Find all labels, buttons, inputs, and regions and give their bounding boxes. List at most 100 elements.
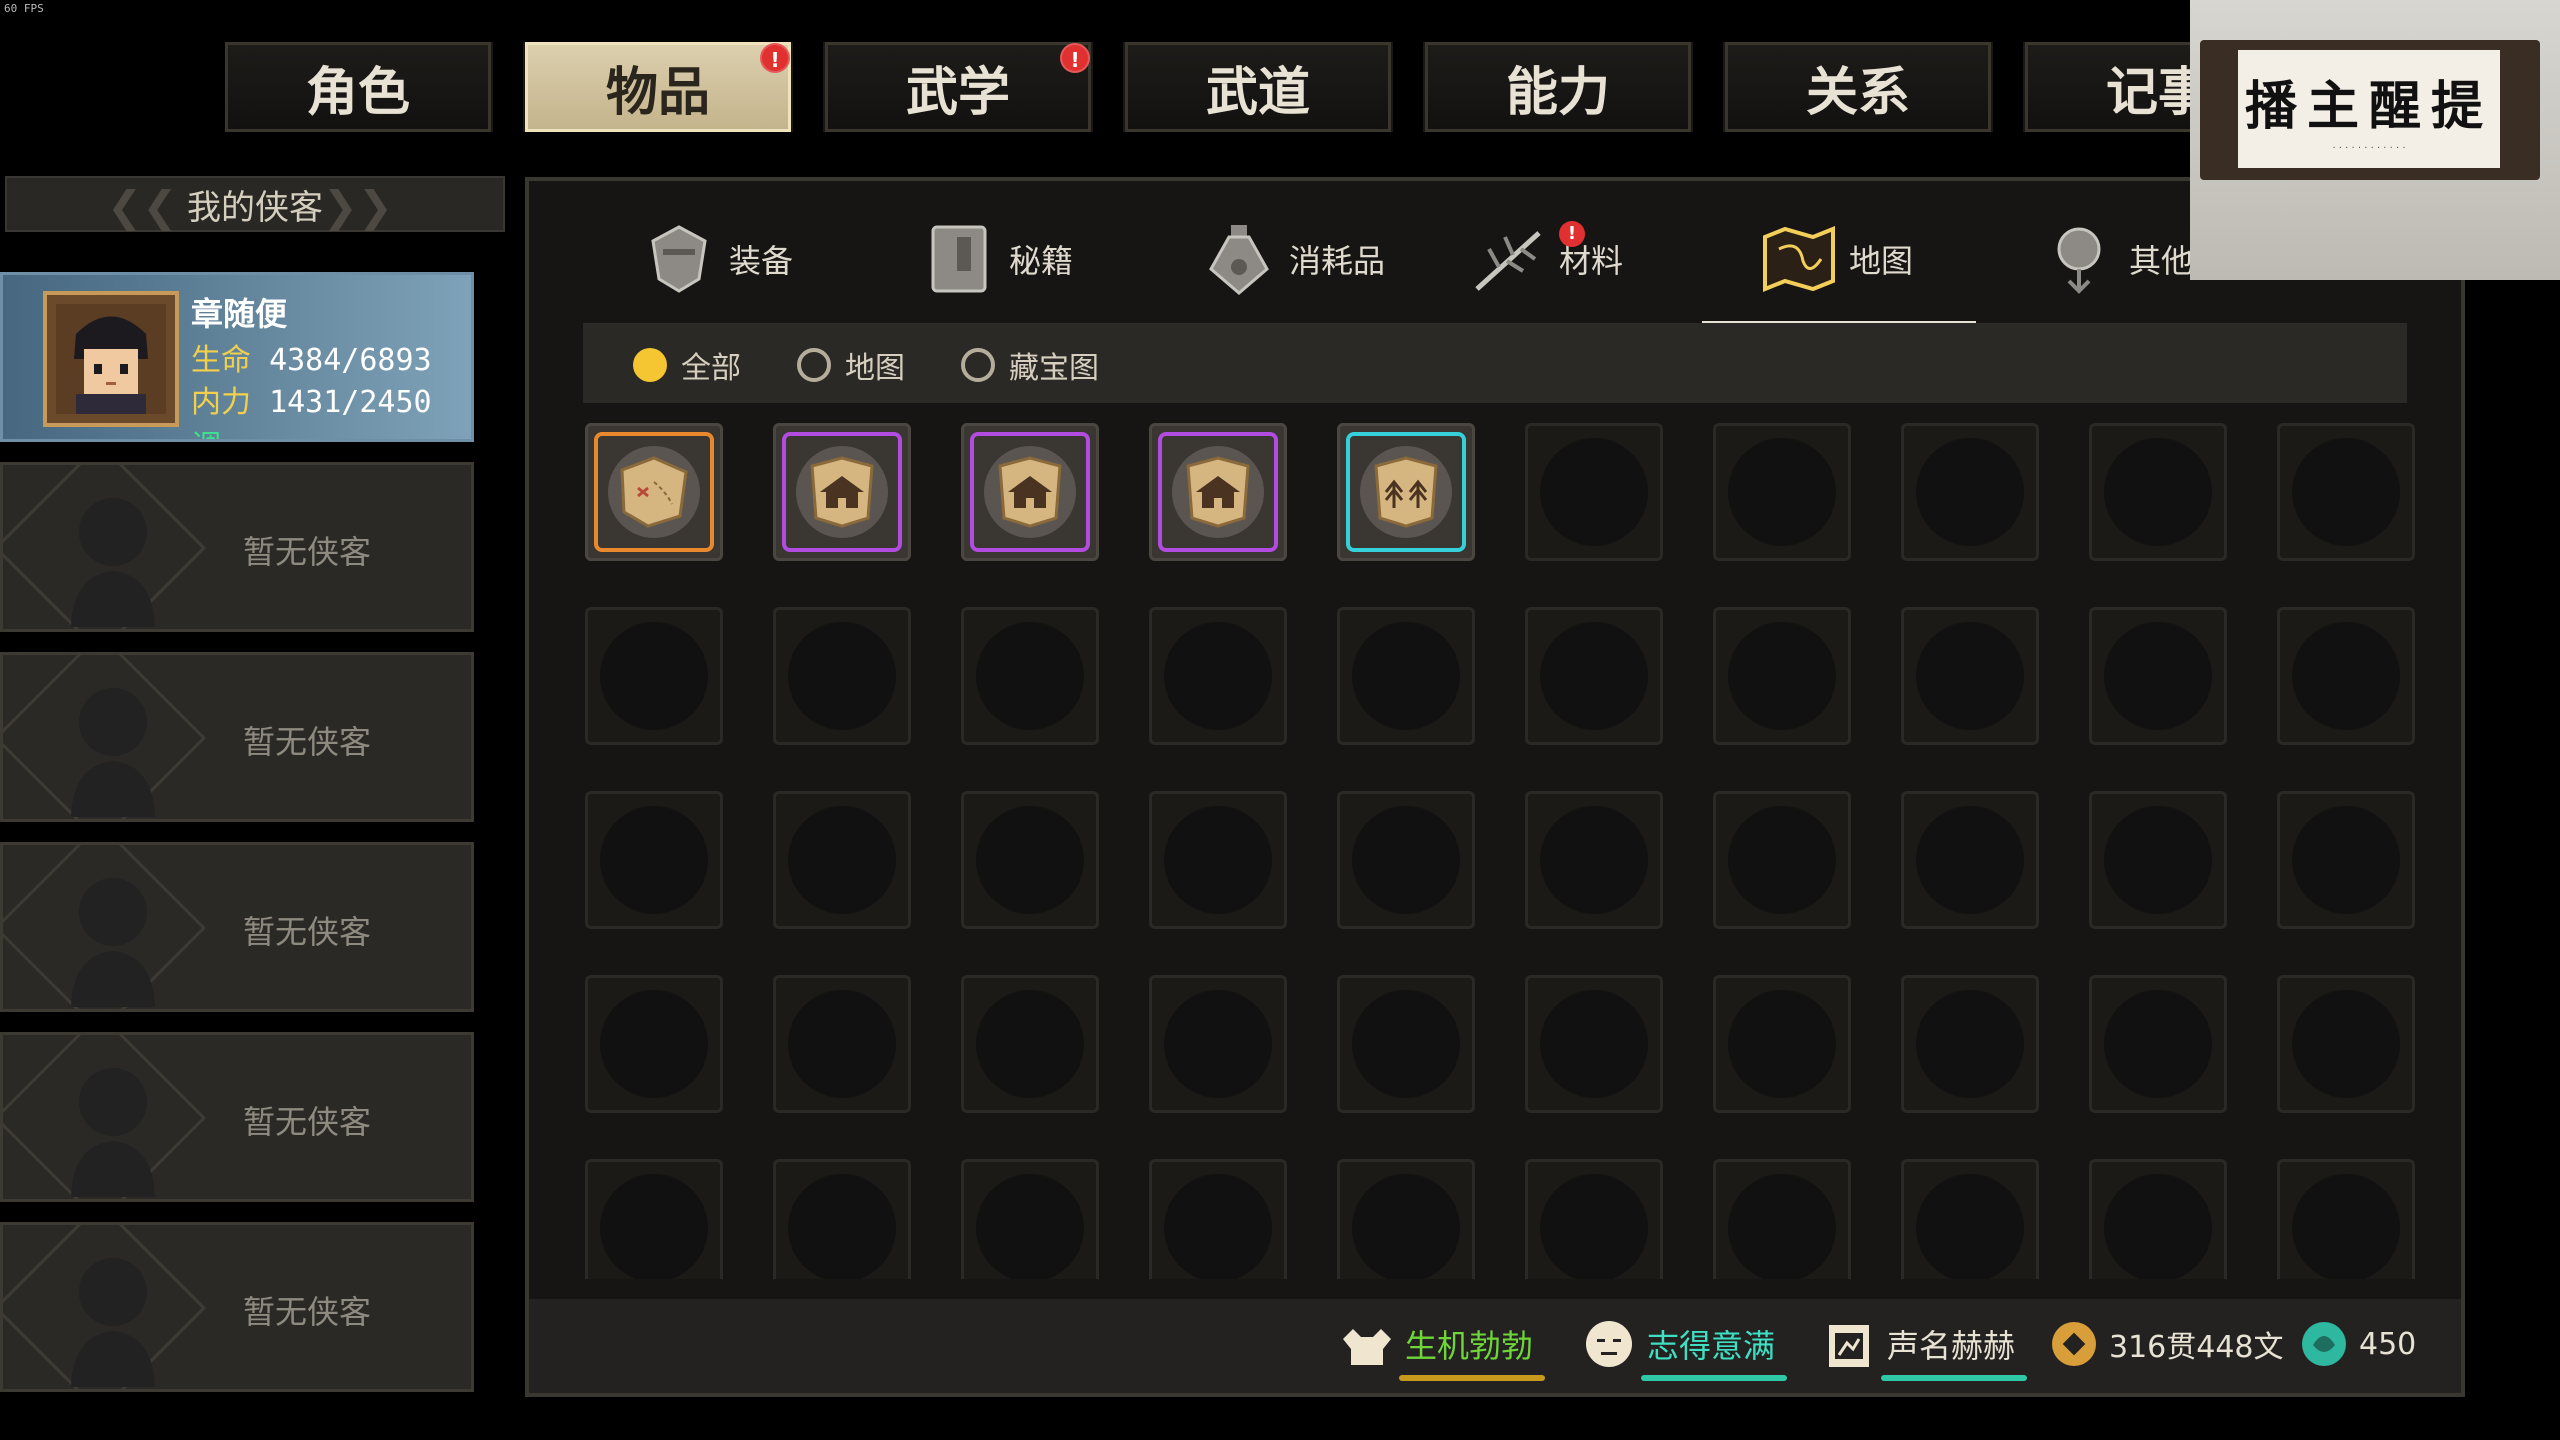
inventory-slot-empty[interactable] <box>961 1159 1099 1279</box>
inventory-slot-empty[interactable] <box>1337 975 1475 1113</box>
prev-arrow-icon[interactable]: ❮❮ <box>107 182 177 231</box>
category-label: 装备 <box>729 242 794 280</box>
tab-abilities[interactable]: 能力 <box>1423 42 1693 132</box>
filter-map[interactable]: 地图 <box>797 343 905 387</box>
inventory-slot-empty[interactable] <box>1337 1159 1475 1279</box>
inventory-slot-empty[interactable] <box>1525 975 1663 1113</box>
tab-character[interactable]: 角色 <box>225 42 493 132</box>
inventory-slot-empty[interactable] <box>1149 1159 1287 1279</box>
category-tab-equipment[interactable]: 装备 <box>639 209 793 309</box>
category-tab-manuals[interactable]: 秘籍 <box>919 209 1073 309</box>
fame-status-label: 声名赫赫 <box>1887 1327 2016 1365</box>
alert-badge-icon: ! <box>1060 43 1090 73</box>
slot-socket <box>1728 1174 1836 1279</box>
status-bar: 生机勃勃 志得意满 声名赫赫 316贯448文 450 <box>529 1299 2461 1393</box>
inventory-slot-empty[interactable] <box>773 607 911 745</box>
tab-relations[interactable]: 关系 <box>1723 42 1993 132</box>
slot-socket <box>1540 1174 1648 1279</box>
tab-items[interactable]: 物品! <box>523 42 793 132</box>
inventory-slot-empty[interactable] <box>1525 423 1663 561</box>
inventory-item[interactable] <box>1149 423 1287 561</box>
filter-treasure-map[interactable]: 藏宝图 <box>961 343 1099 387</box>
inventory-slot-empty[interactable] <box>2277 975 2415 1113</box>
inventory-slot-empty[interactable] <box>1149 975 1287 1113</box>
inventory-slot-empty[interactable] <box>2277 791 2415 929</box>
top-tab-bar: 角色 物品! 武学! 武道 能力 关系 记事 <box>225 42 2365 132</box>
hp-row: 生命 4384/6893 <box>191 335 432 379</box>
inventory-slot-empty[interactable] <box>961 975 1099 1113</box>
category-label: 其他 <box>2129 242 2194 280</box>
inventory-slot-empty[interactable] <box>1901 1159 2039 1279</box>
inventory-slot-empty[interactable] <box>1337 607 1475 745</box>
inventory-slot-empty[interactable] <box>2277 607 2415 745</box>
inventory-slot-empty[interactable] <box>1525 791 1663 929</box>
character-slot-empty[interactable]: 暂无侠客 <box>0 842 474 1012</box>
inventory-slot-empty[interactable] <box>2277 423 2415 561</box>
inventory-slot-empty[interactable] <box>2089 423 2227 561</box>
next-arrow-icon[interactable]: ❯❯ <box>323 182 393 231</box>
tab-label: 角色 <box>305 62 410 123</box>
inventory-slot-empty[interactable] <box>1713 975 1851 1113</box>
inventory-slot-empty[interactable] <box>2089 791 2227 929</box>
inventory-slot-empty[interactable] <box>773 791 911 929</box>
inventory-slot-empty[interactable] <box>773 975 911 1113</box>
inventory-slot-empty[interactable] <box>1525 607 1663 745</box>
filter-label: 全部 <box>681 351 741 386</box>
inventory-slot-empty[interactable] <box>1901 423 2039 561</box>
inventory-slot-empty[interactable] <box>585 791 723 929</box>
tab-label: 武学 <box>905 62 1010 123</box>
category-tab-materials[interactable]: 材料 ! <box>1469 209 1623 309</box>
inventory-slot-empty[interactable] <box>1713 791 1851 929</box>
category-label: 秘籍 <box>1009 242 1074 280</box>
inventory-slot-empty[interactable] <box>1713 607 1851 745</box>
category-tab-maps[interactable]: 地图 <box>1759 209 1913 309</box>
inventory-slot-empty[interactable] <box>1525 1159 1663 1279</box>
slot-socket <box>2292 438 2400 546</box>
inventory-slot-empty[interactable] <box>1901 607 2039 745</box>
tab-martial-arts[interactable]: 武学! <box>823 42 1093 132</box>
inventory-slot-empty[interactable] <box>1149 607 1287 745</box>
slot-socket <box>976 806 1084 914</box>
slot-socket <box>976 1174 1084 1279</box>
inventory-slot-empty[interactable] <box>961 791 1099 929</box>
inventory-slot-empty[interactable] <box>1149 791 1287 929</box>
character-card-active[interactable]: 章随便 生命 4384/6893 内力 1431/2450 调 <box>0 272 474 442</box>
inventory-slot-empty[interactable] <box>1901 791 2039 929</box>
inventory-slot-empty[interactable] <box>2277 1159 2415 1279</box>
inventory-slot-empty[interactable] <box>585 975 723 1113</box>
slot-socket <box>2104 806 2212 914</box>
slot-socket <box>1164 990 1272 1098</box>
inventory-item[interactable] <box>773 423 911 561</box>
character-slot-empty[interactable]: 暂无侠客 <box>0 462 474 632</box>
inventory-slot-empty[interactable] <box>585 1159 723 1279</box>
calligraphy-text: 播主醒提 <box>2244 76 2493 137</box>
inventory-item[interactable] <box>1337 423 1475 561</box>
inventory-slot-empty[interactable] <box>961 607 1099 745</box>
empty-silhouette-icon <box>71 1258 155 1387</box>
inventory-slot-empty[interactable] <box>2089 607 2227 745</box>
tab-martial-way[interactable]: 武道 <box>1123 42 1393 132</box>
inventory-slot-empty[interactable] <box>1337 791 1475 929</box>
category-tab-consumables[interactable]: 消耗品 <box>1199 209 1385 309</box>
inventory-slot-empty[interactable] <box>1713 1159 1851 1279</box>
slot-socket <box>1164 1174 1272 1279</box>
slot-socket <box>788 990 896 1098</box>
alert-badge-icon: ! <box>760 43 790 73</box>
money-display: 316贯448文 <box>2049 1319 2284 1369</box>
character-slot-empty[interactable]: 暂无侠客 <box>0 1032 474 1202</box>
inventory-slot-empty[interactable] <box>773 1159 911 1279</box>
fame-scroll-icon <box>1829 1325 1869 1367</box>
inventory-slot-empty[interactable] <box>585 607 723 745</box>
inventory-slot-empty[interactable] <box>2089 1159 2227 1279</box>
inventory-slot-empty[interactable] <box>1713 423 1851 561</box>
filter-all[interactable]: 全部 <box>633 343 741 387</box>
tab-label: 武道 <box>1205 62 1310 123</box>
inventory-item[interactable] <box>961 423 1099 561</box>
character-slot-empty[interactable]: 暂无侠客 <box>0 1222 474 1392</box>
inventory-item[interactable] <box>585 423 723 561</box>
inventory-slot-empty[interactable] <box>2089 975 2227 1113</box>
book-icon <box>931 225 987 293</box>
character-slot-empty[interactable]: 暂无侠客 <box>0 652 474 822</box>
category-tab-other[interactable]: 其他 <box>2039 209 2193 309</box>
inventory-slot-empty[interactable] <box>1901 975 2039 1113</box>
